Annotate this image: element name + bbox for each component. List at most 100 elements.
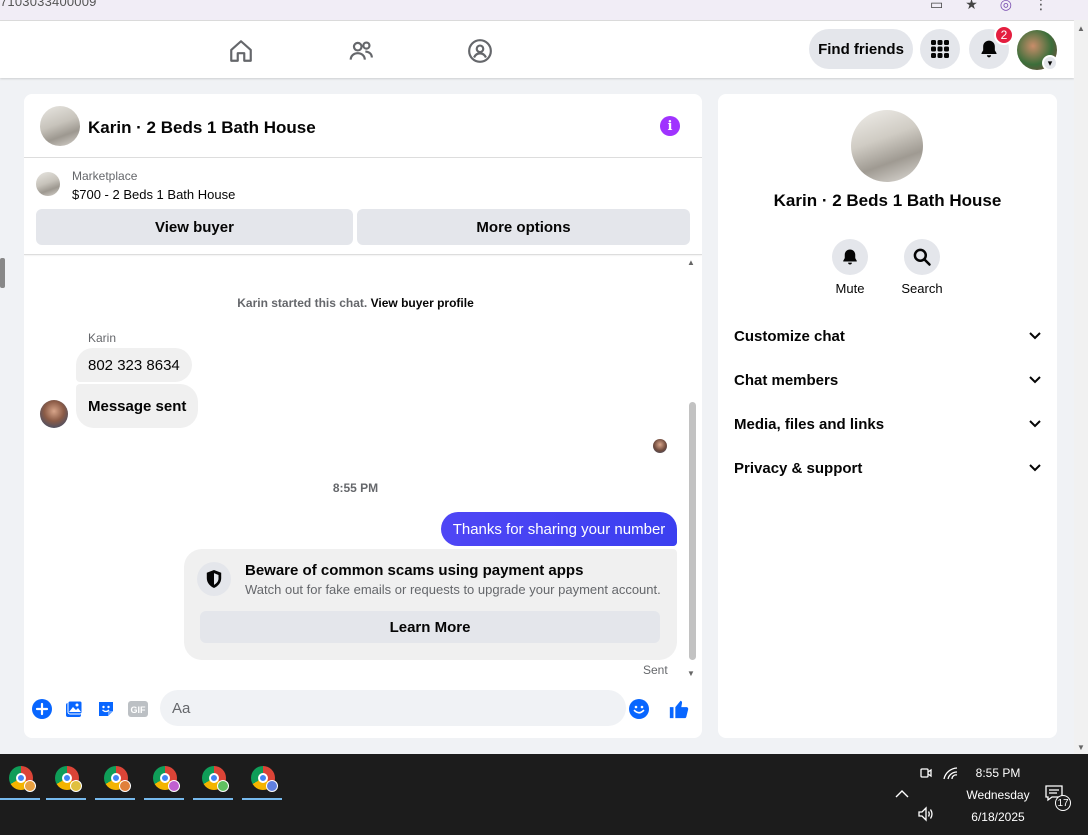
top-navbar: Find friends 2 ▾ [0,21,1074,78]
emoji-icon[interactable] [628,698,650,720]
active-window-indicator [46,798,86,800]
search-icon [904,239,940,275]
scroll-up-icon[interactable]: ▲ [687,258,695,267]
volume-icon[interactable] [917,806,935,825]
page-scrollbar[interactable]: ▲ ▼ [1074,20,1088,754]
menu-grid-button[interactable] [920,29,960,69]
mute-button[interactable]: Mute [825,239,875,296]
active-window-indicator [95,798,135,800]
profile-icon[interactable]: ◎ [1000,0,1012,13]
search-button[interactable]: Search [897,239,947,296]
taskbar-chrome-window[interactable] [193,762,235,800]
section-media-files-links[interactable]: Media, files and links [734,406,1041,442]
search-label: Search [901,281,943,296]
chat-avatar[interactable] [40,106,80,146]
taskbar-chrome-window[interactable] [144,762,186,800]
incoming-message[interactable]: 802 323 8634 [76,348,192,382]
active-window-indicator [0,798,40,800]
meet-now-icon[interactable] [919,766,933,783]
section-customize-chat[interactable]: Customize chat [734,318,1041,354]
taskbar-chrome-window[interactable] [46,762,88,800]
friends-icon[interactable] [347,37,375,65]
conversation-info-panel: Karin · 2 Beds 1 Bath House Mute Search … [718,94,1057,738]
learn-more-button[interactable]: Learn More [200,611,660,643]
plus-icon[interactable] [31,698,53,720]
marketplace-listing: Marketplace $700 - 2 Beds 1 Bath House V… [24,159,702,255]
incoming-message[interactable]: Message sent [76,384,199,428]
shield-icon [197,562,231,596]
scam-warning-subtitle: Watch out for fake emails or requests to… [245,582,661,597]
scam-warning-card: Beware of common scams using payment app… [184,549,677,660]
chat-header: Karin · 2 Beds 1 Bath House i [24,94,702,158]
section-privacy-support[interactable]: Privacy & support [734,450,1041,486]
chevron-down-icon [1029,376,1041,384]
message-thread: Karin started this chat. View buyer prof… [24,256,702,682]
bookmark-star-icon[interactable]: ★ [965,0,978,13]
outgoing-message[interactable]: Thanks for sharing your number [441,512,677,546]
sender-avatar[interactable] [40,400,68,428]
groups-icon[interactable] [466,37,494,65]
taskbar-chrome-window[interactable] [242,762,284,800]
profile-badge-icon [266,780,278,792]
more-options-button[interactable]: More options [357,209,690,245]
mute-label: Mute [835,281,865,296]
active-window-indicator [144,798,184,800]
active-window-indicator [242,798,282,800]
find-friends-button[interactable]: Find friends [809,29,913,69]
sticker-icon[interactable] [95,698,117,720]
chat-panel: Karin · 2 Beds 1 Bath House i Marketplac… [24,94,702,738]
chevron-down-icon [1029,420,1041,428]
action-center-badge: 17 [1055,795,1071,811]
left-scroll-thumb[interactable] [0,258,5,288]
notification-badge: 2 [994,25,1014,45]
taskbar-chrome-window[interactable] [95,762,137,800]
browser-top-strip: 7103033400009 ▭ ★ ◎ ⋮ [0,0,1088,20]
info-icon[interactable]: i [660,116,680,136]
view-buyer-profile-link[interactable]: View buyer profile [371,296,474,310]
chevron-down-icon [1029,464,1041,472]
taskbar-day[interactable]: Wednesday [952,788,1044,802]
sent-status: Sent [643,663,668,677]
thread-scroll-thumb[interactable] [689,402,696,660]
seen-indicator-avatar [653,439,667,453]
browser-menu-icon[interactable]: ⋮ [1034,0,1048,13]
profile-badge-icon [168,780,180,792]
cast-icon[interactable]: ▭ [930,0,943,13]
profile-badge-icon [70,780,82,792]
taskbar-date[interactable]: 6/18/2025 [952,810,1044,824]
photo-icon[interactable] [63,698,85,720]
sender-name: Karin [88,331,117,345]
message-composer: GIF [24,682,702,738]
taskbar-time[interactable]: 8:55 PM [952,766,1044,780]
conversation-title: Karin · 2 Beds 1 Bath House [773,191,1002,210]
gif-icon[interactable]: GIF [127,698,149,720]
chevron-down-icon[interactable]: ▾ [1042,55,1058,71]
scroll-down-icon[interactable]: ▼ [687,669,695,678]
windows-taskbar: 8:55 PM Wednesday 6/18/2025 17 [0,754,1088,835]
profile-badge-icon [24,780,36,792]
listing-price[interactable]: $700 - 2 Beds 1 Bath House [72,187,235,202]
message-timestamp: 8:55 PM [332,481,379,495]
browser-toolbar-icons: ▭ ★ ◎ ⋮ [930,0,1048,13]
bell-icon [832,239,868,275]
system-text: Karin started this chat. [237,296,368,310]
home-icon[interactable] [227,37,255,65]
chat-start-notice: Karin started this chat. View buyer prof… [24,296,687,310]
chevron-up-icon[interactable] [895,786,909,802]
svg-text:GIF: GIF [131,705,147,715]
conversation-avatar[interactable] [851,110,923,182]
message-input[interactable] [160,690,626,726]
scroll-up-icon[interactable]: ▲ [1077,24,1085,33]
thumbs-up-icon[interactable] [668,698,690,720]
scroll-down-icon[interactable]: ▼ [1077,743,1085,752]
scam-warning-title: Beware of common scams using payment app… [245,562,584,579]
listing-thumbnail[interactable] [36,172,60,196]
thread-scrollbar[interactable]: ▲ ▼ [687,256,697,682]
taskbar-chrome-window[interactable] [0,762,42,800]
left-edge-scroller[interactable] [0,240,6,300]
view-buyer-button[interactable]: View buyer [36,209,353,245]
listing-label: Marketplace [72,169,138,183]
chat-title[interactable]: Karin · 2 Beds 1 Bath House [88,118,316,138]
chevron-down-icon [1029,332,1041,340]
section-chat-members[interactable]: Chat members [734,362,1041,398]
